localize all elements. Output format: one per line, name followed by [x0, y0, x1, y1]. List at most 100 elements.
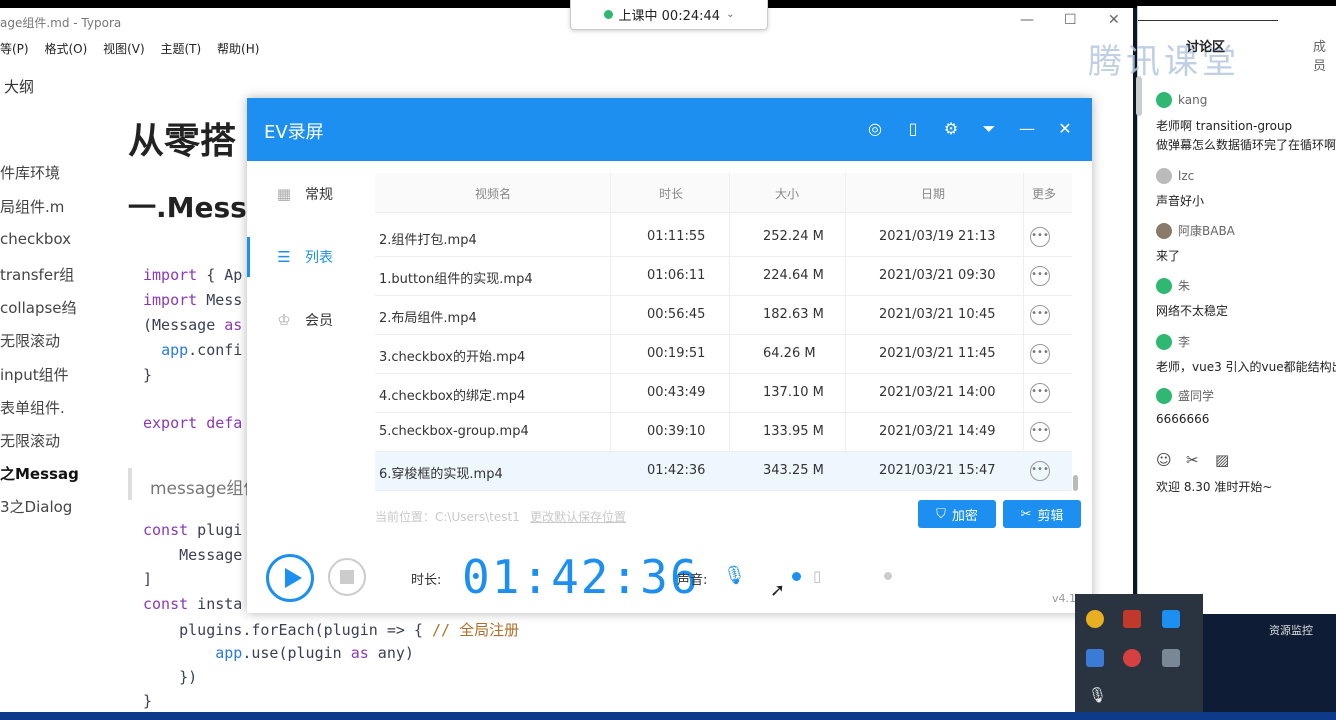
mouse-cursor-icon: ➚	[770, 580, 786, 601]
table-row[interactable]: 2.布局组件.mp4 00:56:45 182.63 M 2021/03/21 …	[375, 296, 1072, 335]
more-options-icon[interactable]: •••	[1030, 266, 1050, 286]
outline-item[interactable]: 件库环境	[0, 162, 60, 183]
phone-icon[interactable]: ▯	[903, 119, 923, 139]
outline-item[interactable]: 3之Dialog	[0, 496, 72, 517]
chat-tab-members[interactable]: 成员	[1313, 36, 1336, 74]
code-line: })	[143, 668, 198, 686]
record-timer: 01:42:36	[462, 550, 700, 604]
cell-size: 252.24 M	[763, 229, 824, 244]
maximize-icon[interactable]: ☐	[1064, 12, 1077, 28]
chat-sender: kang	[1156, 92, 1207, 108]
cell-name: 6.穿梭框的实现.mp4	[379, 467, 503, 482]
speaker-icon[interactable]: ▯	[813, 567, 821, 585]
nav-member[interactable]: ♔ 会员	[247, 292, 373, 348]
chat-message: 老师啊 transition-group	[1156, 119, 1293, 133]
col-name[interactable]: 视频名	[475, 185, 511, 202]
chat-scrollbar[interactable]	[1136, 76, 1142, 116]
menu-view[interactable]: 视图(V)	[103, 42, 145, 56]
outline-item[interactable]: collapse绉	[0, 297, 77, 318]
col-date[interactable]: 日期	[921, 185, 945, 202]
tray-app-icon[interactable]	[1123, 649, 1141, 667]
code-line: Message	[143, 546, 243, 564]
more-options-icon[interactable]: •••	[1030, 422, 1050, 442]
minimize-icon[interactable]: —	[1017, 119, 1037, 139]
user-icon[interactable]: ◎	[865, 119, 885, 139]
table-row[interactable]: 2.组件打包.mp4 01:11:55 252.24 M 2021/03/19 …	[375, 218, 1072, 257]
cell-duration: 01:42:36	[647, 463, 706, 478]
scissors-icon[interactable]: ✂	[1186, 451, 1199, 469]
table-row[interactable]: 4.checkbox的绑定.mp4 00:43:49 137.10 M 2021…	[375, 374, 1072, 413]
close-icon[interactable]: ✕	[1108, 12, 1120, 28]
dropdown-menu-icon[interactable]: ⏷	[979, 119, 999, 139]
outline-item[interactable]: transfer组	[0, 264, 74, 285]
table-row[interactable]: 1.button组件的实现.mp4 01:06:11 224.64 M 2021…	[375, 257, 1072, 296]
table-row-selected[interactable]: 6.穿梭框的实现.mp4 01:42:36 343.25 M 2021/03/2…	[375, 452, 1072, 491]
windows-taskbar	[0, 712, 1336, 720]
emoji-icon[interactable]: ☺	[1156, 451, 1172, 469]
cell-duration: 00:19:51	[647, 346, 706, 361]
chat-tab-discussion[interactable]: 讨论区	[1186, 36, 1225, 55]
outline-item[interactable]: checkbox	[0, 230, 71, 248]
outline-item[interactable]: 表单组件.	[0, 397, 65, 418]
cell-size: 133.95 M	[763, 424, 824, 439]
network-icon[interactable]	[1162, 649, 1180, 667]
play-button[interactable]	[266, 554, 314, 602]
table-row[interactable]: 3.checkbox的开始.mp4 00:19:51 64.26 M 2021/…	[375, 335, 1072, 374]
sender-name: 李	[1178, 335, 1191, 349]
table-scrollbar[interactable]	[1073, 213, 1079, 495]
cell-size: 137.10 M	[763, 385, 824, 400]
chat-message: 老师，vue3 引入的vue都能结构出	[1156, 360, 1336, 374]
nav-general[interactable]: ▦ 常规	[247, 166, 373, 222]
live-dot-icon	[603, 10, 613, 19]
play-icon	[285, 568, 302, 588]
table-row[interactable]: 5.checkbox-group.mp4 00:39:10 133.95 M 2…	[375, 413, 1072, 452]
outline-item[interactable]: input组件	[0, 364, 69, 385]
menu-theme[interactable]: 主题(T)	[160, 42, 201, 56]
col-size[interactable]: 大小	[775, 185, 799, 202]
change-path-link[interactable]: 更改默认保存位置	[530, 508, 626, 525]
cell-size: 182.63 M	[763, 307, 824, 322]
tray-app-icon[interactable]	[1086, 610, 1104, 628]
encrypt-button[interactable]: ⛉ 加密	[918, 500, 996, 528]
doc-heading-1: 从零搭	[128, 121, 237, 162]
security-shield-icon[interactable]	[1123, 610, 1141, 628]
microphone-icon[interactable]: 🎙	[723, 565, 746, 586]
chat-panel: 腾讯课堂 讨论区 成员 kang 老师啊 transition-group 做弹…	[1088, 6, 1336, 616]
outline-item-active[interactable]: 之Messag	[0, 463, 79, 484]
cut-button[interactable]: ✂ 剪辑	[1003, 500, 1081, 528]
col-duration[interactable]: 时长	[659, 185, 683, 202]
more-options-icon[interactable]: •••	[1030, 305, 1050, 325]
outline-item[interactable]: 局组件.m	[0, 196, 64, 217]
image-icon[interactable]: ▨	[1215, 451, 1229, 469]
close-icon[interactable]: ✕	[1055, 119, 1075, 139]
menu-format[interactable]: 格式(O)	[44, 42, 87, 56]
microphone-icon[interactable]: 🎙	[1088, 686, 1107, 704]
menu-paragraph[interactable]: 等(P)	[0, 42, 29, 56]
menu-help[interactable]: 帮助(H)	[217, 42, 259, 56]
cell-name: 2.组件打包.mp4	[379, 233, 477, 248]
stop-button[interactable]	[328, 558, 366, 596]
tray-app-icon[interactable]	[1086, 649, 1104, 667]
cell-date: 2021/03/21 11:45	[879, 346, 996, 361]
more-options-icon[interactable]: •••	[1030, 461, 1050, 481]
cloud-icon[interactable]	[1162, 610, 1180, 628]
minimize-icon[interactable]: —	[1020, 12, 1034, 28]
scrollbar-thumb[interactable]	[1073, 475, 1078, 491]
chat-sender: lzc	[1156, 168, 1194, 184]
live-status-banner[interactable]: 上课中 00:24:44 ⌄	[570, 0, 768, 30]
cell-size: 224.64 M	[763, 268, 824, 283]
code-line: }	[143, 692, 153, 710]
gear-icon[interactable]: ⚙	[941, 119, 961, 139]
resource-monitor-label[interactable]: 资源监控	[1269, 622, 1313, 638]
avatar	[1156, 333, 1172, 350]
live-status-text: 上课中 00:24:44	[618, 9, 721, 24]
outline-item[interactable]: 无限滚动	[0, 430, 60, 451]
speaker-level-indicator	[884, 572, 892, 580]
more-options-icon[interactable]: •••	[1030, 344, 1050, 364]
more-options-icon[interactable]: •••	[1030, 227, 1050, 247]
code-line: export defa	[143, 414, 243, 432]
nav-list[interactable]: ☰ 列表	[247, 229, 373, 285]
outline-item[interactable]: 无限滚动	[0, 330, 60, 351]
more-options-icon[interactable]: •••	[1030, 383, 1050, 403]
avatar	[1156, 387, 1172, 404]
